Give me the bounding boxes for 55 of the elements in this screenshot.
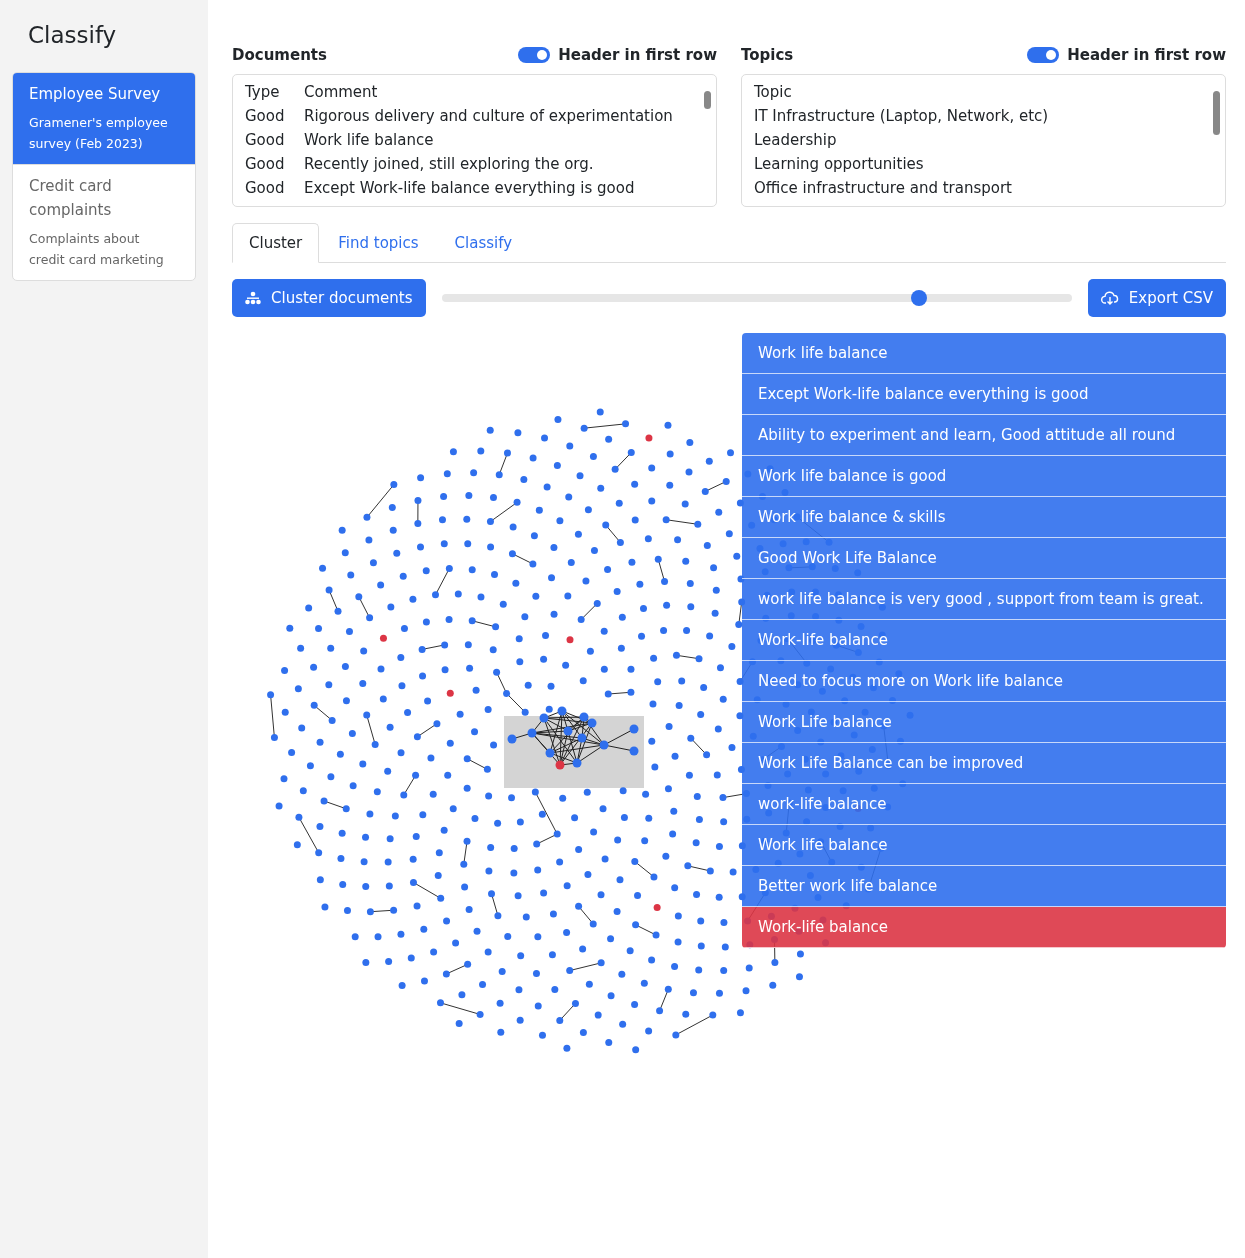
topic-text: Learning opportunities — [754, 154, 925, 175]
dataset-item[interactable]: Employee Survey Gramener's employee survey (Feb 2023) — [13, 73, 195, 164]
cluster-list-item[interactable]: Good Work Life Balance — [742, 538, 1226, 579]
comment-text: Recently joined, still exploring the org. — [304, 154, 594, 175]
documents-textarea[interactable]: Type Comment Good Rigorous delivery and culture of experimentation Good Work life balance Good Recently joined, still exploring the org. Good Except Work-life balance everything is good — [232, 74, 717, 207]
toggle-switch-icon[interactable] — [1027, 47, 1060, 63]
cluster-list-item[interactable]: Ability to experiment and learn, Good attitude all round — [742, 415, 1226, 456]
cluster-list-item[interactable]: Work life balance is good — [742, 456, 1226, 497]
cloud-download-icon — [1100, 291, 1119, 305]
export-csv-button[interactable]: Export CSV — [1087, 279, 1226, 317]
tab[interactable]: Cluster — [232, 223, 320, 263]
documents-label: Documents — [232, 46, 327, 64]
cluster-list-item[interactable]: Better work life balance — [742, 866, 1226, 907]
dataset-description: Complaints about credit card marketing — [29, 230, 165, 269]
comment-text: Rigorous delivery and culture of experimentation — [304, 106, 673, 127]
slider-thumb[interactable] — [910, 290, 927, 306]
topic-text: Office infrastructure and transport — [754, 178, 1013, 199]
topic-text: IT Infrastructure (Laptop, Network, etc) — [754, 106, 1050, 127]
comment-text: Comment — [304, 82, 378, 103]
cluster-list-item[interactable]: Need to focus more on Work life balance — [742, 661, 1226, 702]
type-text: Good — [245, 178, 286, 199]
cluster-list-item[interactable]: Except Work-life balance everything is good — [742, 374, 1226, 415]
cluster-list-item[interactable]: Work-life balance — [742, 620, 1226, 661]
header-toggle[interactable]: Header in first row — [518, 46, 717, 64]
comment-text: Except Work-life balance everything is good — [304, 178, 635, 199]
topics-textarea[interactable]: Topic IT Infrastructure (Laptop, Network, etc) Leadership Learning opportunities Office infrastructure and transport — [741, 74, 1226, 207]
scrollbar-thumb[interactable] — [704, 91, 711, 109]
cluster-list-item[interactable]: Work life balance — [742, 333, 1226, 374]
cluster-list-item[interactable]: Work Life Balance can be improved — [742, 743, 1226, 784]
dataset-name: Credit card complaints — [29, 176, 113, 221]
cluster-list-item[interactable]: Work-life balance — [742, 907, 1226, 948]
header-toggle[interactable]: Header in first row — [1027, 46, 1226, 64]
cluster-list-item[interactable]: Work Life balance — [742, 702, 1226, 743]
comment-text: Work life balance — [304, 130, 434, 151]
cluster-list-item[interactable]: Work life balance & skills — [742, 497, 1226, 538]
tab[interactable]: Find topics — [321, 223, 436, 263]
dataset-name: Employee Survey — [29, 84, 162, 105]
app-title: Classify — [28, 22, 118, 48]
toggle-switch-icon[interactable] — [518, 47, 551, 63]
tab[interactable]: Classify — [437, 223, 530, 263]
topic-text: Topic — [754, 82, 793, 103]
type-text: Good — [245, 106, 286, 127]
cluster-documents-button[interactable]: Cluster documents — [232, 279, 426, 317]
topic-text: Leadership — [754, 130, 838, 151]
cluster-list-item[interactable]: work-life balance — [742, 784, 1226, 825]
type-text: Good — [245, 154, 286, 175]
type-text: Type — [245, 82, 281, 103]
cluster-list-item[interactable]: work life balance is very good , support from team is great. — [742, 579, 1226, 620]
topics-label: Topics — [741, 46, 794, 64]
hierarchy-icon — [245, 291, 261, 305]
scrollbar-thumb[interactable] — [1213, 91, 1220, 135]
type-text: Good — [245, 130, 286, 151]
dataset-description: Gramener's employee survey (Feb 2023) — [29, 114, 169, 153]
dataset-item[interactable]: Credit card complaints Complaints about credit card marketing — [13, 164, 195, 280]
cluster-list-item[interactable]: Work life balance — [742, 825, 1226, 866]
